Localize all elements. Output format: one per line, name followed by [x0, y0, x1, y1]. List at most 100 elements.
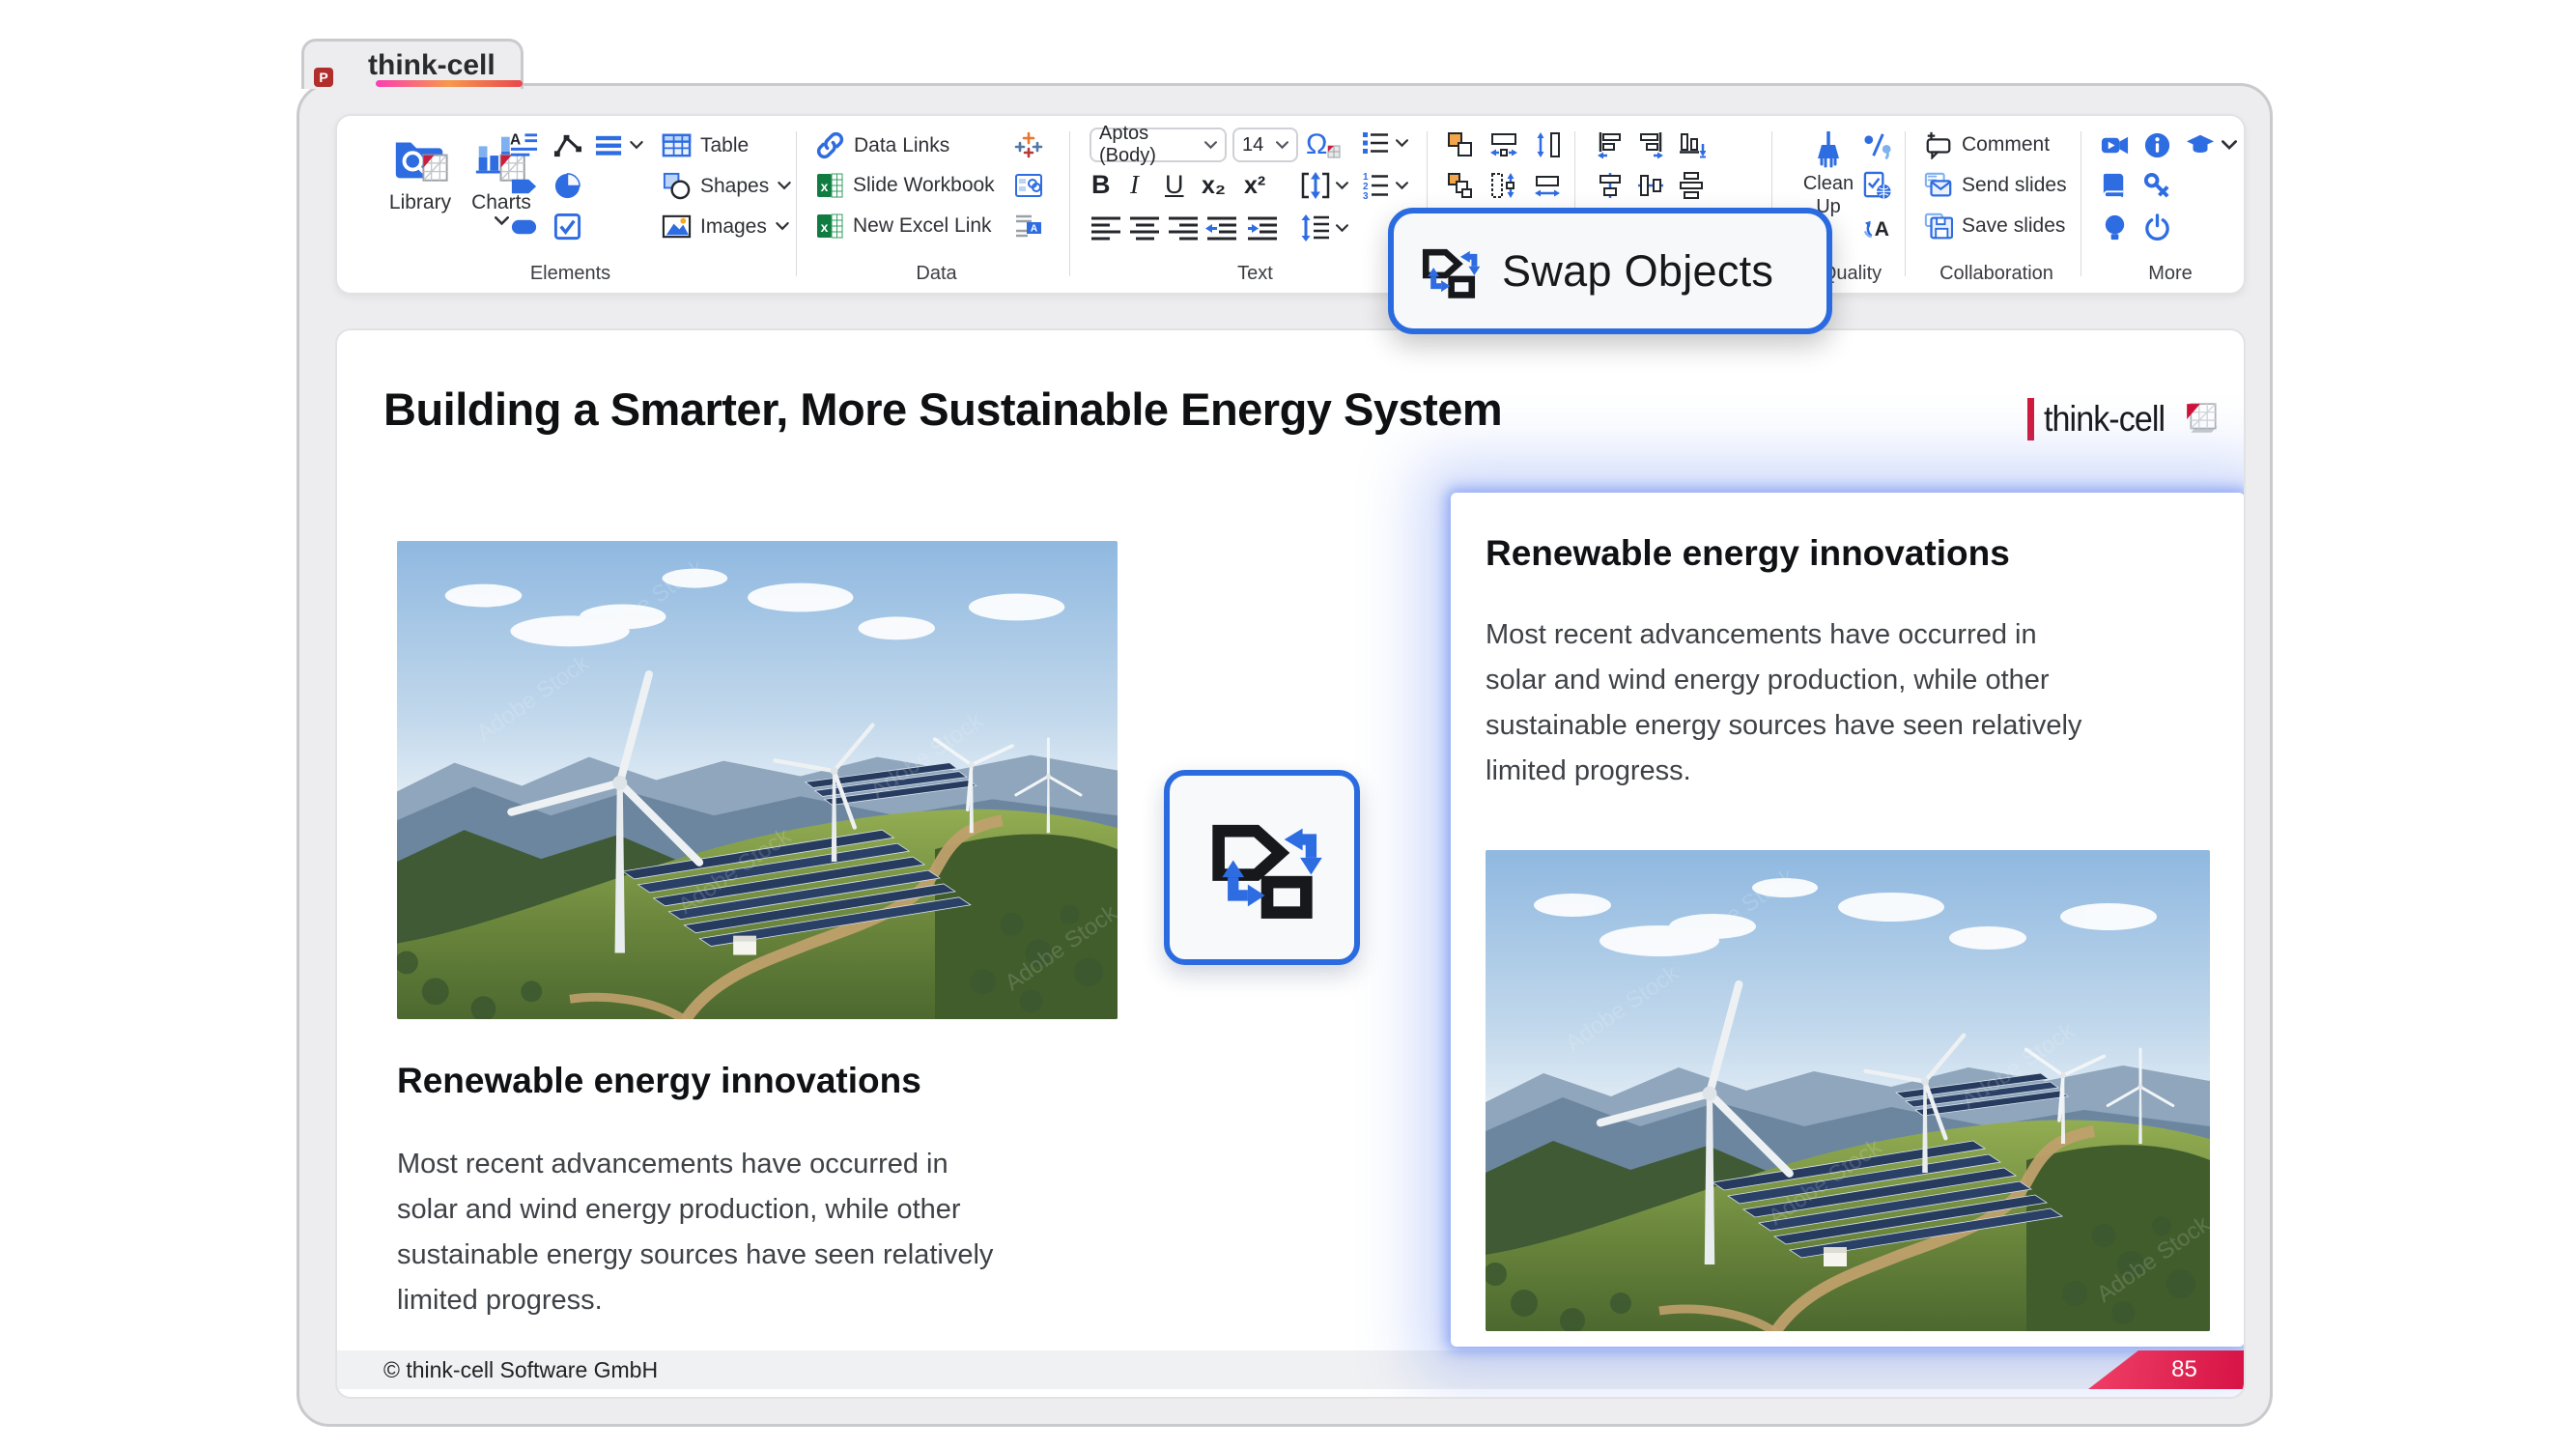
group-divider	[1905, 131, 1906, 276]
images-button[interactable]: Images	[662, 212, 789, 242]
ribbon-group-data: Data Links x Slide Workbook x New Excel …	[813, 128, 1060, 287]
thinkcell-ribbon: Library Charts A Table	[335, 114, 2246, 295]
selected-content-card[interactable]: Renewable energy innovations Most recent…	[1451, 493, 2245, 1347]
new-excel-link-button[interactable]: x New Excel Link	[815, 212, 992, 241]
svg-text:A: A	[1875, 217, 1889, 241]
align-objects-right-button[interactable]	[1636, 130, 1665, 159]
text-fields-button[interactable]: A	[1014, 212, 1043, 241]
special-character-button[interactable]: Ω	[1306, 128, 1341, 162]
swap-and-size-button[interactable]	[1446, 171, 1475, 200]
tableau-links-button[interactable]	[1014, 130, 1043, 159]
user-manual-button[interactable]	[2100, 171, 2130, 201]
broom-icon	[1811, 129, 1846, 168]
align-left-button[interactable]	[1090, 214, 1122, 242]
harvey-ball-button[interactable]	[552, 171, 582, 201]
align-right-button[interactable]	[1167, 214, 1200, 242]
training-button[interactable]	[2185, 131, 2216, 160]
increase-indent-button[interactable]	[1246, 214, 1279, 242]
video-tutorials-button[interactable]	[2100, 130, 2130, 160]
license-key-button[interactable]	[2142, 171, 2172, 201]
slide-workbook-button[interactable]: x Slide Workbook	[815, 171, 995, 200]
left-body[interactable]: Most recent advancements have occurred i…	[397, 1142, 993, 1323]
bullet-chevron-icon	[1396, 139, 1408, 148]
copyright-text: © think-cell Software GmbH	[383, 1357, 658, 1382]
swap-objects-floating-button[interactable]	[1164, 770, 1360, 965]
collaboration-group-label: Collaboration	[1924, 263, 2069, 285]
more-chevron-icon[interactable]	[2222, 140, 2237, 151]
font-name-select[interactable]: Aptos (Body)	[1090, 128, 1227, 162]
freeform-pen-button[interactable]	[552, 130, 582, 160]
align-objects-center-button[interactable]	[1596, 171, 1625, 200]
swap-objects-icon	[1202, 807, 1323, 928]
decimal-check-button[interactable]	[1862, 130, 1892, 160]
checkbox-button[interactable]	[552, 212, 582, 242]
text-box-button[interactable]: A	[509, 130, 539, 160]
text-field-icon: A	[1014, 212, 1043, 241]
checkbox-icon	[552, 212, 582, 242]
left-heading[interactable]: Renewable energy innovations	[397, 1061, 921, 1101]
swap-objects-ribbon-button[interactable]	[1446, 130, 1475, 159]
same-width-button[interactable]	[1489, 130, 1518, 159]
send-slides-icon	[1924, 171, 1953, 200]
linked-fields-button[interactable]	[1014, 171, 1043, 200]
swap-objects-icon	[1417, 240, 1481, 303]
left-energy-image[interactable]	[397, 541, 1118, 1019]
line-spacing-button[interactable]	[1300, 213, 1348, 243]
tag-shape-button[interactable]	[509, 171, 539, 201]
translate-button[interactable]: A	[1862, 213, 1892, 242]
table-button[interactable]: Table	[662, 130, 749, 160]
stretch-horizontal-button[interactable]	[1533, 171, 1562, 200]
text-group-label: Text	[1084, 263, 1427, 285]
send-slides-button[interactable]: Send slides	[1924, 171, 2067, 200]
proofing-globe-button[interactable]	[1862, 171, 1892, 201]
align-objects-bottom-button[interactable]	[1677, 130, 1706, 159]
font-size-select[interactable]: 14	[1232, 128, 1298, 162]
lines-menu-button[interactable]	[594, 130, 643, 160]
comment-button[interactable]: Comment	[1924, 130, 2050, 159]
subscript-button[interactable]: x₂	[1202, 172, 1226, 200]
excel-icon: x	[815, 171, 844, 200]
italic-button[interactable]: I	[1130, 170, 1139, 200]
clean-up-button[interactable]: Clean Up	[1798, 129, 1858, 218]
align-objects-left-button[interactable]	[1596, 130, 1625, 159]
tips-button[interactable]	[2100, 213, 2130, 242]
right-body[interactable]: Most recent advancements have occurred i…	[1486, 612, 2081, 794]
elements-group-label: Elements	[345, 263, 796, 285]
svg-text:3: 3	[1363, 191, 1369, 201]
slide-title[interactable]: Building a Smarter, More Sustainable Ene…	[383, 383, 1502, 436]
tab-title: think-cell	[368, 49, 495, 82]
underline-button[interactable]: U	[1165, 170, 1184, 200]
line-spacing-icon	[1300, 213, 1331, 243]
superscript-button[interactable]: x²	[1244, 172, 1265, 200]
save-slides-button[interactable]: Save slides	[1924, 212, 2065, 241]
shapes-icon	[662, 171, 692, 201]
bold-button[interactable]: B	[1091, 170, 1111, 200]
rounded-rect-button[interactable]	[509, 212, 539, 242]
align-objects-middle-button[interactable]	[1636, 171, 1665, 200]
same-height-button[interactable]	[1533, 130, 1562, 159]
text-frame-spacing-button[interactable]	[1300, 170, 1348, 201]
right-energy-image[interactable]	[1486, 850, 2210, 1331]
data-links-button[interactable]: Data Links	[815, 130, 949, 160]
library-button[interactable]: Library	[382, 128, 459, 214]
data-group-label: Data	[813, 263, 1060, 285]
right-heading[interactable]: Renewable energy innovations	[1486, 533, 2010, 574]
align-center-button[interactable]	[1128, 214, 1161, 242]
deactivate-button[interactable]	[2142, 213, 2172, 242]
swap-objects-callout[interactable]: Swap Objects	[1388, 208, 1832, 334]
slide-canvas: Building a Smarter, More Sustainable Ene…	[335, 328, 2246, 1399]
stretch-vertical-button[interactable]	[1489, 171, 1518, 200]
images-chevron-icon	[776, 222, 789, 231]
thinkcell-tab[interactable]: P think-cell	[301, 39, 524, 89]
tag-shape-icon	[509, 171, 539, 201]
images-icon	[662, 212, 692, 242]
bullet-list-button[interactable]	[1360, 128, 1408, 158]
distribute-objects-button[interactable]	[1677, 171, 1706, 200]
info-button[interactable]	[2142, 130, 2172, 160]
ribbon-group-elements: Library Charts A Table	[345, 128, 796, 287]
frame-spacing-icon	[1300, 170, 1331, 201]
decrease-indent-button[interactable]	[1205, 214, 1238, 242]
rounded-rect-icon	[509, 212, 539, 242]
shapes-button[interactable]: Shapes	[662, 171, 791, 201]
numbered-list-button[interactable]: 123	[1360, 170, 1408, 201]
